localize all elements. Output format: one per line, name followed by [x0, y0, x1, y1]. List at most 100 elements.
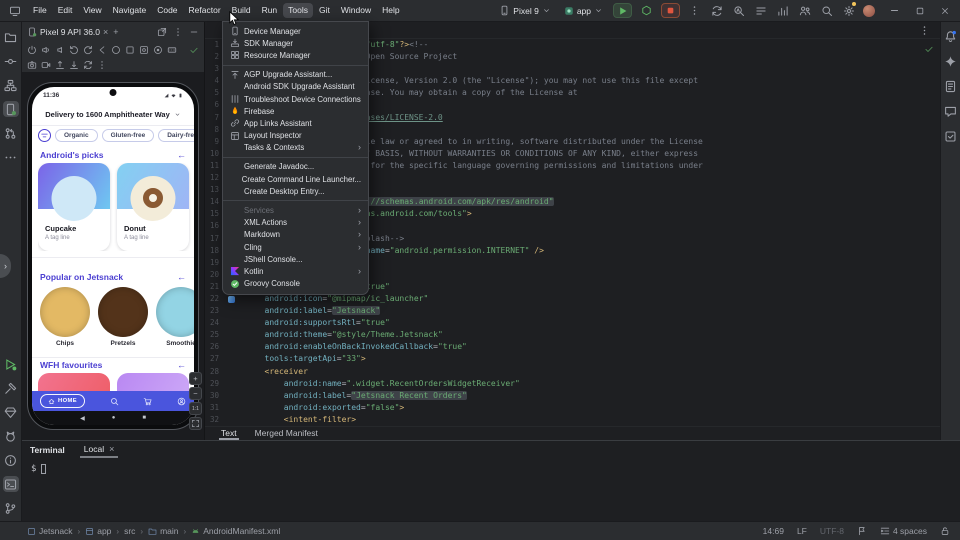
find-action-button[interactable]	[731, 3, 746, 18]
snack-card-cupcake[interactable]: CupcakeA tag line	[38, 163, 110, 251]
status-indent[interactable]: 4 spaces	[880, 526, 927, 536]
close-icon[interactable]: ×	[103, 27, 108, 37]
menu-run[interactable]: Run	[257, 3, 283, 18]
more-tool-button[interactable]	[3, 149, 19, 165]
phone-screen[interactable]: 11:36Delivery to 1600 Amphitheater WayOr…	[32, 87, 194, 425]
menu-navigate[interactable]: Navigate	[108, 3, 152, 18]
stop-button[interactable]	[661, 3, 680, 18]
terminal-body[interactable]: $	[22, 458, 960, 474]
launcher-icon-preview[interactable]	[228, 296, 235, 303]
back-icon[interactable]	[97, 45, 107, 55]
video-icon[interactable]	[41, 60, 51, 70]
menu-item-layout-inspector[interactable]: Layout Inspector	[223, 130, 368, 142]
hide-panel-icon[interactable]	[189, 27, 199, 37]
device-selector[interactable]: Pixel 9	[496, 3, 554, 18]
rotate-left-icon[interactable]	[69, 45, 79, 55]
run-tool-tool-button[interactable]	[3, 356, 19, 372]
menu-item-groovy-console[interactable]: Groovy Console	[223, 278, 368, 290]
build-tool-button[interactable]	[3, 380, 19, 396]
menu-item-tasks-contexts[interactable]: Tasks & Contexts›	[223, 142, 368, 154]
todo-list-button[interactable]	[753, 3, 768, 18]
menu-item-sdk-manager[interactable]: SDK Manager	[223, 37, 368, 49]
notifications-tool-button[interactable]	[943, 29, 958, 44]
breadcrumb-src[interactable]: src	[124, 526, 135, 536]
menu-item-android-sdk-upgrade-assistant[interactable]: Android SDK Upgrade Assistant	[223, 81, 368, 93]
filters-button[interactable]	[38, 129, 51, 142]
popular-chips[interactable]: Chips	[40, 287, 90, 353]
structure-tool-button[interactable]	[3, 77, 19, 93]
push-file-icon[interactable]	[55, 60, 65, 70]
back-arrow-icon[interactable]: ←	[177, 150, 186, 160]
terminal-tab-local[interactable]: Local ×	[80, 444, 119, 458]
menu-view[interactable]: View	[78, 3, 106, 18]
nav-cart-icon[interactable]	[143, 397, 152, 406]
menu-item-jshell-console[interactable]: JShell Console...	[223, 253, 368, 265]
add-device-tab-button[interactable]: +	[113, 27, 118, 37]
status-file-encoding[interactable]: UTF-8	[820, 526, 844, 536]
build-variants-tool-button[interactable]	[943, 129, 958, 144]
pull-requests-tool-button[interactable]	[3, 125, 19, 141]
menu-item-cling[interactable]: Cling›	[223, 241, 368, 253]
overview-icon[interactable]	[125, 45, 135, 55]
record-icon[interactable]	[153, 45, 163, 55]
profiler-bars-button[interactable]	[775, 3, 790, 18]
breadcrumb-main[interactable]: main	[148, 526, 178, 536]
app-quality-insights-tool-button[interactable]	[3, 404, 19, 420]
terminal-tool-button[interactable]	[3, 476, 19, 492]
back-arrow-icon[interactable]: ←	[177, 360, 186, 370]
check-icon[interactable]	[189, 45, 199, 55]
menu-item-xml-actions[interactable]: XML Actions›	[223, 217, 368, 229]
project-tool-button[interactable]	[3, 29, 19, 45]
terminal-panel[interactable]: Terminal Local × $	[22, 440, 960, 521]
chip-organic[interactable]: Organic	[55, 129, 98, 142]
status-file-lock[interactable]	[940, 526, 950, 536]
more-actions-button[interactable]	[687, 3, 702, 18]
zoom-fit-button[interactable]	[189, 417, 202, 430]
pull-file-icon[interactable]	[69, 60, 79, 70]
gemini-tool-button[interactable]	[943, 54, 958, 69]
settings-button[interactable]	[841, 3, 856, 18]
menu-tools[interactable]: Tools	[283, 3, 313, 18]
menu-item-firebase[interactable]: Firebase	[223, 105, 368, 117]
rotate-right-icon[interactable]	[83, 45, 93, 55]
popular-smoothie[interactable]: Smoothie	[156, 287, 194, 353]
maximize-button[interactable]	[912, 3, 927, 18]
minimize-button[interactable]	[887, 3, 902, 18]
device-explorer-tool-button[interactable]	[943, 79, 958, 94]
snack-card-donut[interactable]: DonutA tag line	[117, 163, 189, 251]
zoom-out-button[interactable]: −	[189, 387, 202, 400]
chat-tool-button[interactable]	[943, 104, 958, 119]
editor-tab-merged-manifest[interactable]: Merged Manifest	[253, 427, 320, 440]
hardware-input-icon[interactable]	[167, 45, 177, 55]
close-button[interactable]	[937, 3, 952, 18]
nav-home-button[interactable]: HOME	[40, 394, 85, 408]
zoom-in-button[interactable]: +	[189, 372, 202, 385]
menu-edit[interactable]: Edit	[53, 3, 78, 18]
status-line-separator[interactable]: LF	[797, 526, 807, 536]
more-vertical-icon[interactable]	[97, 60, 107, 70]
delivery-address-selector[interactable]: Delivery to 1600 Amphitheater Way	[32, 106, 194, 122]
menu-item-device-manager[interactable]: Device Manager	[223, 25, 368, 37]
version-control-tool-button[interactable]	[3, 500, 19, 516]
status-status-widget[interactable]	[857, 526, 867, 536]
menu-item-agp-upgrade-assistant[interactable]: AGP Upgrade Assistant...	[223, 69, 368, 81]
run-button[interactable]	[613, 3, 632, 18]
open-in-window-icon[interactable]	[157, 27, 167, 37]
volume-down-icon[interactable]	[55, 45, 65, 55]
avatar[interactable]	[863, 5, 875, 17]
run-config-selector[interactable]: app	[561, 4, 606, 18]
menu-item-app-links-assistant[interactable]: App Links Assistant	[223, 117, 368, 129]
menu-help[interactable]: Help	[377, 3, 404, 18]
snapshot-icon[interactable]	[27, 60, 37, 70]
power-icon[interactable]	[27, 45, 37, 55]
menu-code[interactable]: Code	[152, 3, 182, 18]
menu-item-create-command-line-launcher[interactable]: Create Command Line Launcher...	[223, 173, 368, 185]
chip-dairy-free[interactable]: Dairy-free	[158, 129, 194, 142]
nav-profile-icon[interactable]	[177, 397, 186, 406]
commit-tool-button[interactable]	[3, 53, 19, 69]
device-tab[interactable]: Pixel 9 API 36.0×	[27, 27, 108, 37]
popular-pretzels[interactable]: Pretzels	[98, 287, 148, 353]
running-devices-tool-button[interactable]	[3, 101, 19, 117]
search-everywhere-button[interactable]	[819, 3, 834, 18]
breadcrumb-app[interactable]: app	[85, 526, 111, 536]
